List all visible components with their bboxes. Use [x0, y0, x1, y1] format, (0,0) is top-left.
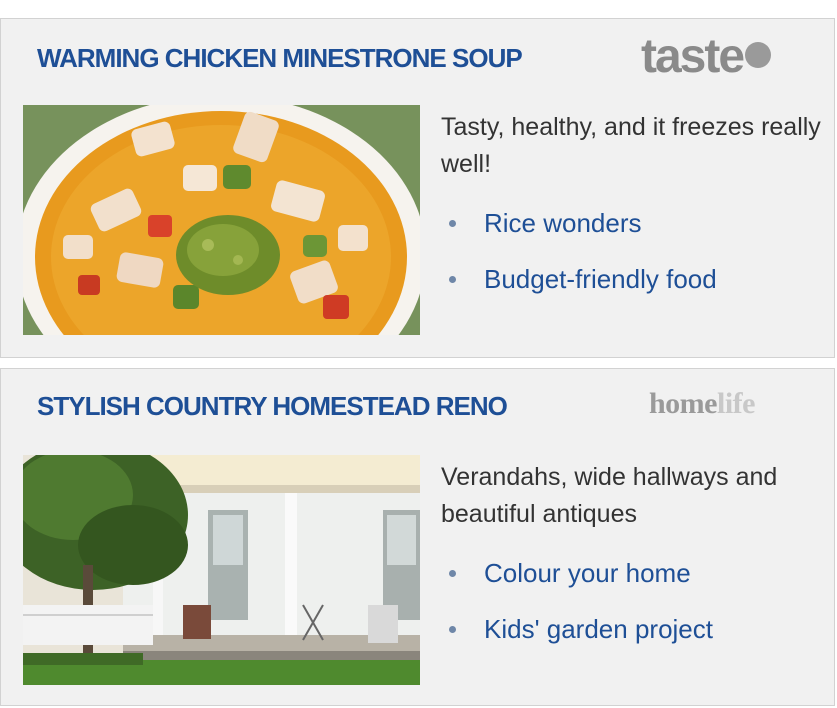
related-links: Rice wonders Budget-friendly food [441, 195, 717, 307]
homestead-image [23, 455, 420, 685]
card-headline[interactable]: STYLISH COUNTRY HOMESTEAD RENO [37, 391, 508, 422]
link-kids-garden-project[interactable]: Kids' garden project [484, 614, 713, 645]
recipe-card: WARMING CHICKEN MINESTRONE SOUP taste Ta… [0, 18, 835, 358]
logo-badge-icon [745, 42, 772, 68]
taste-logo-text: taste [641, 30, 745, 83]
list-item: Kids' garden project [441, 601, 713, 657]
link-colour-your-home[interactable]: Colour your home [484, 558, 691, 589]
link-rice-wonders[interactable]: Rice wonders [484, 208, 642, 239]
bullet-icon [449, 569, 456, 577]
homelife-logo-home: home [649, 387, 718, 420]
taste-logo[interactable]: taste [641, 30, 772, 83]
card-headline[interactable]: WARMING CHICKEN MINESTRONE SOUP [37, 43, 523, 74]
list-item: Budget-friendly food [441, 251, 717, 307]
soup-image [23, 105, 420, 335]
card-description: Tasty, healthy, and it freezes really we… [441, 113, 821, 178]
homelife-logo[interactable]: homelife [649, 387, 755, 421]
list-item: Rice wonders [441, 195, 717, 251]
related-links: Colour your home Kids' garden project [441, 545, 713, 657]
card-description: Verandahs, wide hallways and beautiful a… [441, 463, 778, 528]
home-card: STYLISH COUNTRY HOMESTEAD RENO homelife [0, 368, 835, 706]
bullet-icon [449, 275, 456, 283]
homelife-logo-life: life [717, 387, 755, 420]
list-item: Colour your home [441, 545, 713, 601]
link-budget-friendly-food[interactable]: Budget-friendly food [484, 264, 717, 295]
bullet-icon [449, 625, 456, 633]
soup-thumbnail[interactable] [23, 105, 420, 335]
homestead-thumbnail[interactable] [23, 455, 420, 685]
bullet-icon [449, 219, 456, 227]
